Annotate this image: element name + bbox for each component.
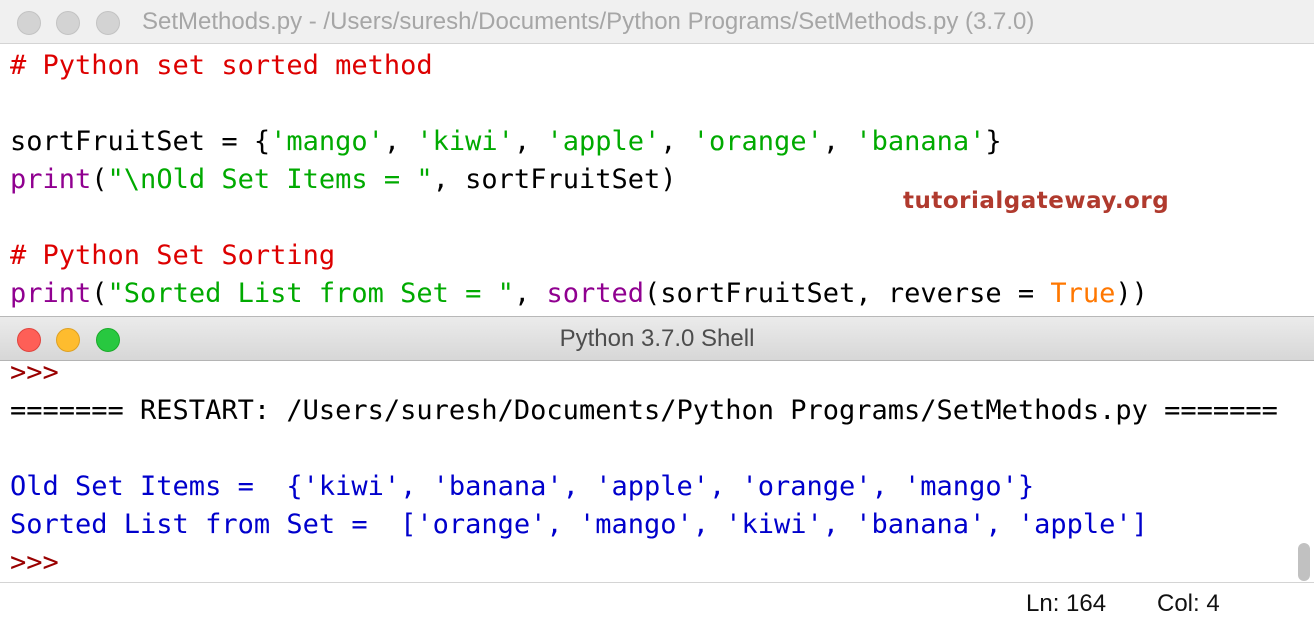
shell-statusbar: Ln: 164 Col: 4 [0, 582, 1314, 625]
code-token: ( [91, 164, 108, 195]
code-token: 'kiwi' [416, 126, 514, 157]
code-line: print("Sorted List from Set = ", sorted(… [10, 275, 1148, 313]
line-number-indicator: Ln: 164 [1026, 590, 1107, 617]
editor-close-button[interactable] [17, 11, 41, 35]
code-token: "\nOld Set Items = " [107, 164, 433, 195]
code-token: ======= RESTART: /Users/suresh/Documents… [10, 395, 1278, 426]
code-token: 'banana' [855, 126, 986, 157]
code-token: 'mango' [270, 126, 384, 157]
code-token: Old Set Items = {'kiwi', 'banana', 'appl… [10, 471, 1035, 502]
code-line: # Python Set Sorting [10, 237, 1148, 275]
code-line: sortFruitSet = {'mango', 'kiwi', 'apple'… [10, 123, 1148, 161]
shell-line: Sorted List from Set = ['orange', 'mango… [10, 506, 1278, 544]
column-number-indicator: Col: 4 [1157, 590, 1220, 617]
editor-code-area[interactable]: # Python set sorted method sortFruitSet =… [10, 47, 1148, 313]
shell-line: Old Set Items = {'kiwi', 'banana', 'appl… [10, 468, 1278, 506]
code-token: 'apple' [546, 126, 661, 157]
code-token: print [10, 278, 92, 309]
shell-output-area[interactable]: >>> ======= RESTART: /Users/suresh/Docume… [10, 354, 1278, 582]
code-token: Sorted List from Set = ['orange', 'mango… [10, 509, 1148, 540]
code-token: ( [91, 278, 108, 309]
code-token: sorted [546, 278, 644, 309]
editor-titlebar[interactable]: SetMethods.py - /Users/suresh/Documents/… [0, 0, 1314, 44]
code-token: print [10, 164, 92, 195]
code-token: } [985, 126, 1002, 157]
editor-minimize-button[interactable] [56, 11, 80, 35]
code-token: , sortFruitSet) [432, 164, 677, 195]
code-token: >>> [10, 357, 59, 388]
code-token: # Python set sorted method [10, 50, 433, 81]
shell-line: ======= RESTART: /Users/suresh/Documents… [10, 392, 1278, 430]
shell-scrollbar-thumb[interactable] [1298, 543, 1310, 581]
code-token: # Python Set Sorting [10, 240, 336, 271]
editor-zoom-button[interactable] [96, 11, 120, 35]
watermark: tutorialgateway.org [903, 188, 1170, 214]
code-token: , [822, 126, 856, 157]
editor-window: SetMethods.py - /Users/suresh/Documents/… [0, 0, 1314, 316]
code-token: sortFruitSet = { [10, 126, 271, 157]
code-token: , [383, 126, 417, 157]
editor-window-title: SetMethods.py - /Users/suresh/Documents/… [142, 8, 1035, 35]
code-token: 'orange' [692, 126, 823, 157]
code-token: >>> [10, 547, 59, 578]
code-token: "Sorted List from Set = " [107, 278, 514, 309]
code-token: , [660, 126, 693, 157]
code-token: True [1050, 278, 1116, 309]
shell-line: >>> [10, 354, 1278, 392]
code-token: , [513, 126, 547, 157]
code-token: , [513, 278, 547, 309]
shell-window: Python 3.7.0 Shell >>> ======= RESTART: /… [0, 316, 1314, 625]
code-line: # Python set sorted method [10, 47, 1148, 85]
code-token: )) [1115, 278, 1148, 309]
code-token: (sortFruitSet, reverse = [644, 278, 1051, 309]
shell-line: >>> [10, 544, 1278, 582]
shell-scrollbar[interactable] [1298, 543, 1310, 581]
